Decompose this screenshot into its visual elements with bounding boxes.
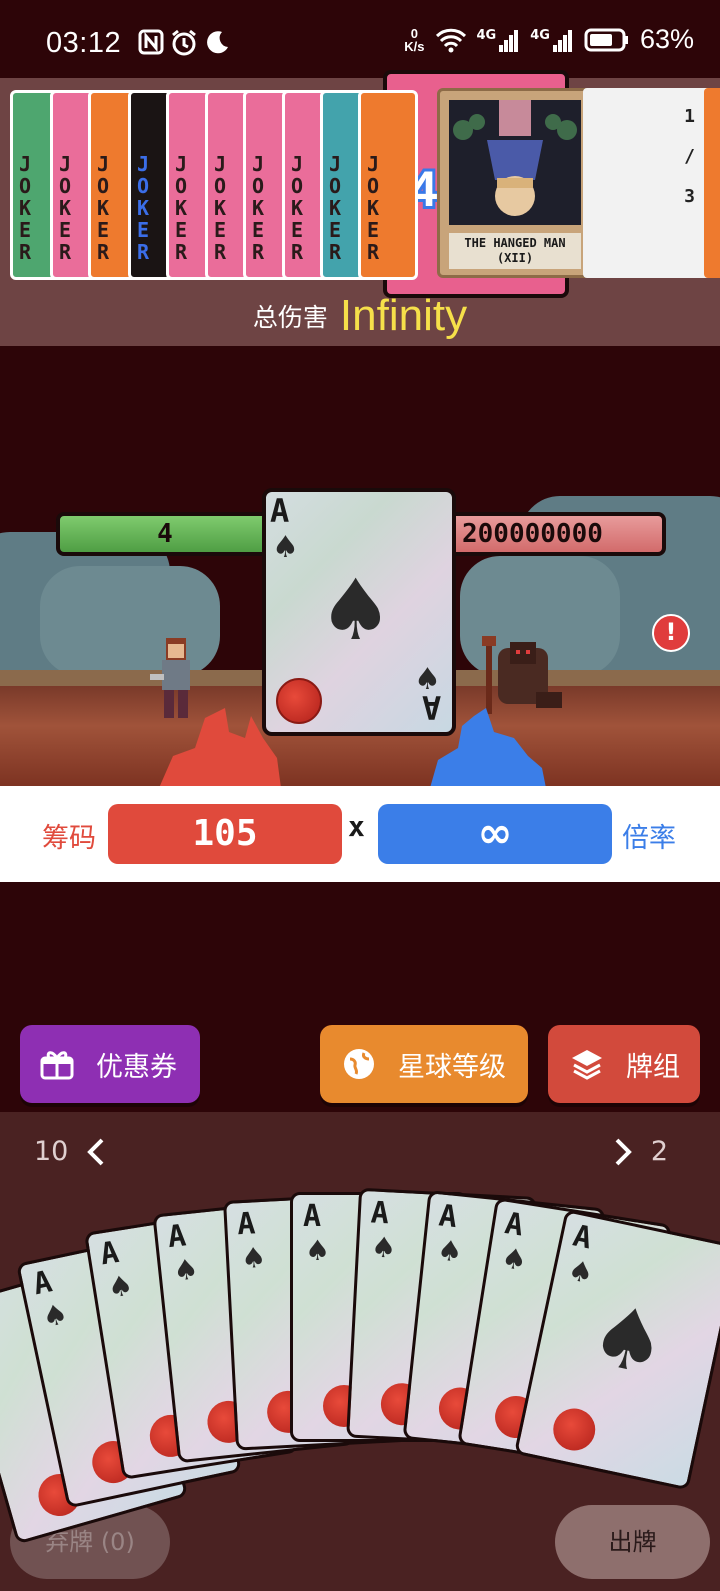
card-rank: A: [166, 1218, 188, 1256]
enemy-character: [482, 636, 562, 714]
signal-1: 4G: [477, 28, 521, 52]
card-rank: A: [422, 688, 442, 726]
card-suit-large: ♠: [318, 561, 394, 659]
card-suit-small: ♠: [272, 530, 299, 565]
coupon-button[interactable]: 优惠券: [20, 1025, 200, 1103]
card-rank: A: [30, 1264, 56, 1303]
globe-icon: [344, 1049, 374, 1079]
tarot-name: THE HANGED MAN (XII): [449, 233, 581, 269]
joker-label: JOKER: [329, 152, 342, 264]
battle-scene: 4 200000000 ! A ♠ ♠ ♠ A: [0, 346, 720, 786]
card-rank: A: [437, 1198, 459, 1236]
joker-label: JOKER: [252, 152, 265, 264]
prev-page[interactable]: 10: [34, 1136, 106, 1167]
card-suit: ♠: [435, 1233, 465, 1269]
card-suit: ♠: [105, 1268, 136, 1305]
info-line: 3: [684, 186, 695, 207]
joker-label: JOKER: [97, 152, 110, 264]
chips-label: 筹码: [42, 823, 96, 854]
deck-button[interactable]: 牌组: [548, 1025, 700, 1103]
signal-bars-icon: [552, 29, 572, 52]
status-left-icons: [138, 29, 230, 57]
card-rank: A: [502, 1206, 526, 1244]
damage-value: Infinity: [339, 291, 468, 340]
joker-label: JOKER: [175, 152, 188, 264]
damage-label: 总伤害: [252, 303, 328, 332]
deck-label: 牌组: [626, 1051, 680, 1083]
card-suit: ♠: [565, 1253, 597, 1291]
left-count: 10: [34, 1136, 69, 1167]
joker-label: JOKER: [59, 152, 72, 264]
status-right: 0 K/s 4G 4G 63%: [404, 24, 694, 55]
joker-label: JOKER: [291, 152, 304, 264]
mult-value: ∞: [378, 804, 612, 864]
battery-icon: [584, 28, 628, 51]
planet-label: 星球等级: [398, 1051, 506, 1083]
moon-icon: [207, 31, 228, 54]
alert-icon[interactable]: !: [652, 614, 690, 652]
total-damage: 总伤害 Infinity: [0, 286, 720, 346]
nfc-icon: [138, 29, 164, 55]
red-seal: [549, 1404, 600, 1455]
red-seal: [276, 678, 322, 724]
score-row: 筹码 105 x ∞ 倍率: [0, 786, 720, 882]
coupon-label: 优惠券: [96, 1051, 177, 1083]
joker-label: JOKER: [137, 152, 150, 264]
status-bar: 03:12 0 K/s 4G 4G 63%: [0, 0, 720, 78]
joker-info-panel: 1 / 3: [583, 88, 711, 278]
info-line: /: [684, 146, 695, 167]
signal-bars-icon: [499, 29, 519, 52]
played-card: A ♠ ♠ ♠ A: [262, 488, 456, 736]
card-suit: ♠: [39, 1296, 71, 1335]
player-hp-bar: 4: [56, 512, 274, 556]
battery-percent: 63%: [639, 24, 694, 54]
alarm-icon: [172, 29, 196, 56]
times-sign: x: [348, 810, 365, 843]
layers-icon: [572, 1050, 602, 1080]
joker-label: JOKER: [367, 152, 380, 264]
hanged-man-art: [449, 100, 581, 225]
next-page[interactable]: 2: [613, 1136, 668, 1167]
joker-label: JOKER: [19, 152, 32, 264]
card-suit: ♠: [499, 1240, 530, 1278]
joker-card-edge: [704, 88, 720, 278]
card-rank: A: [369, 1195, 390, 1232]
card-rank: A: [569, 1218, 595, 1257]
card-rank: A: [270, 492, 290, 530]
status-time: 03:12: [46, 27, 122, 59]
card-rank: A: [236, 1206, 257, 1243]
right-count: 2: [650, 1136, 668, 1167]
planet-level-button[interactable]: 星球等级: [320, 1025, 528, 1103]
joker-card[interactable]: JOKER: [358, 90, 418, 280]
card-rank: A: [303, 1199, 322, 1234]
card-rank: A: [97, 1235, 122, 1273]
signal-2: 4G: [530, 28, 574, 52]
card-suit: ♠: [171, 1252, 201, 1288]
chevron-right-icon: [615, 1138, 632, 1165]
net-speed: 0 K/s: [404, 25, 425, 54]
chevron-left-icon: [87, 1138, 104, 1165]
wifi-icon: [435, 28, 466, 52]
enemy-hp-bar: 200000000: [444, 512, 666, 556]
card-suit: ♠: [240, 1240, 268, 1276]
chips-value: 105: [108, 804, 342, 864]
card-suit: ♠: [305, 1234, 331, 1267]
joker-label: JOKER: [214, 152, 227, 264]
info-line: 1: [684, 106, 695, 127]
card-suit: ♠: [370, 1230, 398, 1265]
play-button[interactable]: 出牌: [555, 1505, 710, 1579]
mult-label: 倍率: [622, 823, 676, 854]
card-suit: ♠: [0, 1333, 8, 1373]
tarot-card[interactable]: THE HANGED MAN (XII): [437, 88, 593, 278]
card-suit-large: ♠: [581, 1284, 676, 1396]
gift-icon: [40, 1051, 74, 1080]
